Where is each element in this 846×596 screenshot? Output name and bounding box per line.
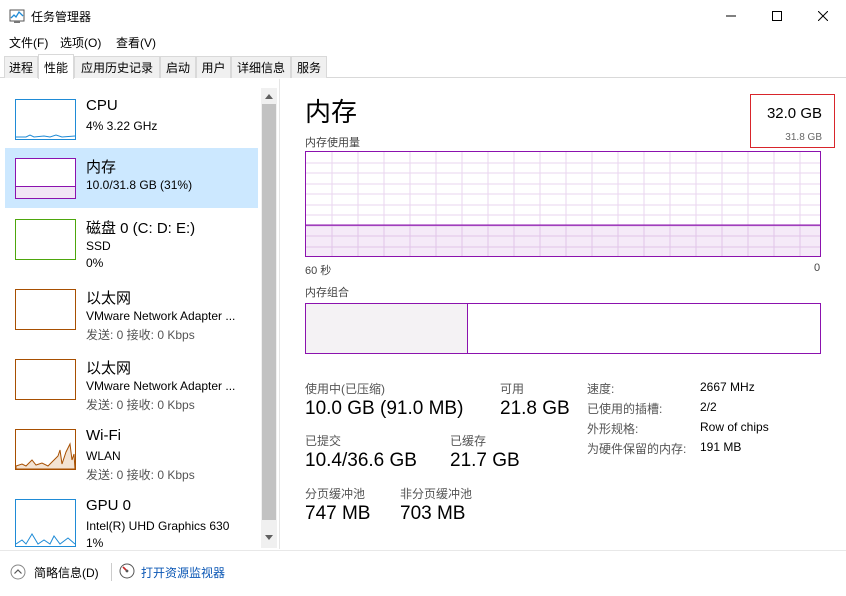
sidebar-item-title: CPU (86, 97, 118, 114)
title-bar: 任务管理器 (0, 0, 846, 31)
minimize-button[interactable] (708, 0, 754, 31)
memory-thumbnail-graph (15, 158, 76, 199)
spec-reserved-label: 为硬件保留的内存: (587, 442, 687, 456)
open-resource-monitor-link[interactable]: 打开资源监视器 (141, 564, 225, 581)
fewer-details-button[interactable]: 简略信息(D) (34, 564, 99, 581)
maximize-icon (772, 10, 782, 21)
stat-available-label: 可用 (500, 382, 525, 396)
bottom-bar: 简略信息(D) 打开资源监视器 (0, 550, 846, 596)
memory-composition-in-use (306, 304, 468, 353)
wifi-thumbnail-graph (15, 429, 76, 470)
sidebar-item-disk[interactable]: 磁盘 0 (C: D: E:) SSD 0% (5, 209, 258, 270)
spec-slots-value: 2/2 (700, 400, 717, 414)
tab-bar: 进程 性能 应用历史记录 启动 用户 详细信息 服务 (0, 54, 846, 79)
total-memory-value: 32.0 GB (766, 105, 822, 122)
graph-time-left: 60 秒 (305, 265, 332, 277)
sidebar-item-detail: Intel(R) UHD Graphics 630 (86, 519, 230, 533)
sidebar-item-detail-2: 1% (86, 536, 104, 550)
ethernet-thumbnail-graph (15, 289, 76, 330)
sidebar-item-detail: 4% 3.22 GHz (86, 119, 158, 133)
sidebar-item-detail: 10.0/31.8 GB (31%) (86, 178, 193, 192)
task-manager-icon (9, 9, 25, 23)
scrollbar-thumb[interactable] (262, 104, 276, 520)
ethernet-thumbnail-graph (15, 359, 76, 400)
scroll-down-button[interactable] (261, 530, 277, 546)
chevron-down-icon (265, 535, 273, 540)
sidebar-item-detail-2: 发送: 0 接收: 0 Kbps (86, 468, 195, 482)
sidebar-item-gpu[interactable]: GPU 0 Intel(R) UHD Graphics 630 1% (5, 489, 258, 550)
stat-cached-value: 21.7 GB (450, 450, 520, 471)
collapse-chevron-icon[interactable] (10, 564, 26, 580)
sidebar-item-title: GPU 0 (86, 497, 132, 514)
stat-paged-label: 分页缓冲池 (305, 487, 366, 501)
total-memory-sub: 31.8 GB (785, 132, 822, 143)
sidebar-item-detail-2: 发送: 0 接收: 0 Kbps (86, 398, 195, 412)
resource-monitor-icon (119, 563, 135, 579)
graph-time-right: 0 (814, 262, 821, 274)
close-button[interactable] (800, 0, 846, 31)
stat-cached-label: 已缓存 (450, 434, 487, 448)
tab-details[interactable]: 详细信息 (231, 56, 291, 78)
memory-usage-graph (305, 151, 821, 257)
close-icon (818, 10, 828, 21)
spec-speed-value: 2667 MHz (700, 380, 755, 394)
stat-nonpaged-label: 非分页缓冲池 (400, 487, 473, 501)
tab-users[interactable]: 用户 (196, 56, 231, 78)
menu-file[interactable]: 文件(F) (9, 34, 48, 51)
sidebar-item-title: Wi-Fi (86, 427, 121, 444)
sidebar-item-detail-2: 0% (86, 256, 104, 270)
chevron-up-icon (265, 94, 273, 99)
sidebar-item-detail: WLAN (86, 449, 121, 463)
sidebar-item-title: 以太网 (86, 360, 132, 377)
sidebar-item-detail: SSD (86, 239, 111, 253)
stat-available-value: 21.8 GB (500, 398, 570, 419)
stat-paged-value: 747 MB (305, 503, 371, 524)
tab-startup[interactable]: 启动 (160, 56, 196, 78)
tab-performance[interactable]: 性能 (38, 54, 74, 79)
sidebar-item-memory[interactable]: 内存 10.0/31.8 GB (31%) (5, 148, 258, 208)
spec-reserved-value: 191 MB (700, 440, 742, 454)
page-title: 内存 (305, 97, 358, 127)
menu-options[interactable]: 选项(O) (60, 34, 101, 51)
sidebar-item-title: 以太网 (86, 290, 132, 307)
tab-app-history[interactable]: 应用历史记录 (74, 56, 160, 78)
memory-composition-bar[interactable] (305, 303, 821, 354)
scroll-up-button[interactable] (261, 88, 277, 104)
menu-bar: 文件(F) 选项(O) 查看(V) (0, 31, 846, 52)
tab-processes[interactable]: 进程 (4, 56, 38, 78)
sidebar-item-cpu[interactable]: CPU 4% 3.22 GHz (5, 89, 258, 149)
gpu-thumbnail-graph (15, 499, 76, 547)
stat-in-use-label: 使用中(已压缩) (305, 382, 385, 396)
total-memory-box: 32.0 GB 31.8 GB (750, 94, 835, 148)
tab-services[interactable]: 服务 (291, 56, 327, 78)
menu-view[interactable]: 查看(V) (116, 34, 156, 51)
stat-committed-label: 已提交 (305, 434, 342, 448)
memory-composition-label: 内存组合 (305, 287, 349, 299)
sidebar-item-detail: VMware Network Adapter ... (86, 309, 236, 323)
sidebar-item-ethernet-1[interactable]: 以太网 VMware Network Adapter ... 发送: 0 接收:… (5, 279, 258, 342)
divider (111, 563, 112, 581)
stat-committed-value: 10.4/36.6 GB (305, 450, 417, 471)
stat-nonpaged-value: 703 MB (400, 503, 466, 524)
sidebar-item-title: 内存 (86, 159, 117, 176)
memory-usage-label: 内存使用量 (305, 137, 360, 149)
sidebar-item-ethernet-2[interactable]: 以太网 VMware Network Adapter ... 发送: 0 接收:… (5, 349, 258, 412)
sidebar-item-detail-2: 发送: 0 接收: 0 Kbps (86, 328, 195, 342)
sidebar-item-title: 磁盘 0 (C: D: E:) (86, 220, 196, 237)
resource-list: CPU 4% 3.22 GHz 内存 10.0/31.8 GB (31%) 磁盘… (0, 79, 280, 550)
cpu-thumbnail-graph (15, 99, 76, 140)
disk-thumbnail-graph (15, 219, 76, 260)
stat-in-use-value: 10.0 GB (91.0 MB) (305, 398, 464, 419)
window-title: 任务管理器 (31, 10, 92, 24)
sidebar-item-wifi[interactable]: Wi-Fi WLAN 发送: 0 接收: 0 Kbps (5, 419, 258, 482)
sidebar-item-detail: VMware Network Adapter ... (86, 379, 236, 393)
spec-form-factor-label: 外形规格: (587, 422, 639, 436)
spec-slots-label: 已使用的插槽: (587, 402, 663, 416)
memory-usage-grid (306, 152, 820, 256)
minimize-icon (726, 15, 736, 16)
maximize-button[interactable] (754, 0, 800, 31)
spec-speed-label: 速度: (587, 382, 615, 396)
spec-form-factor-value: Row of chips (700, 420, 769, 434)
